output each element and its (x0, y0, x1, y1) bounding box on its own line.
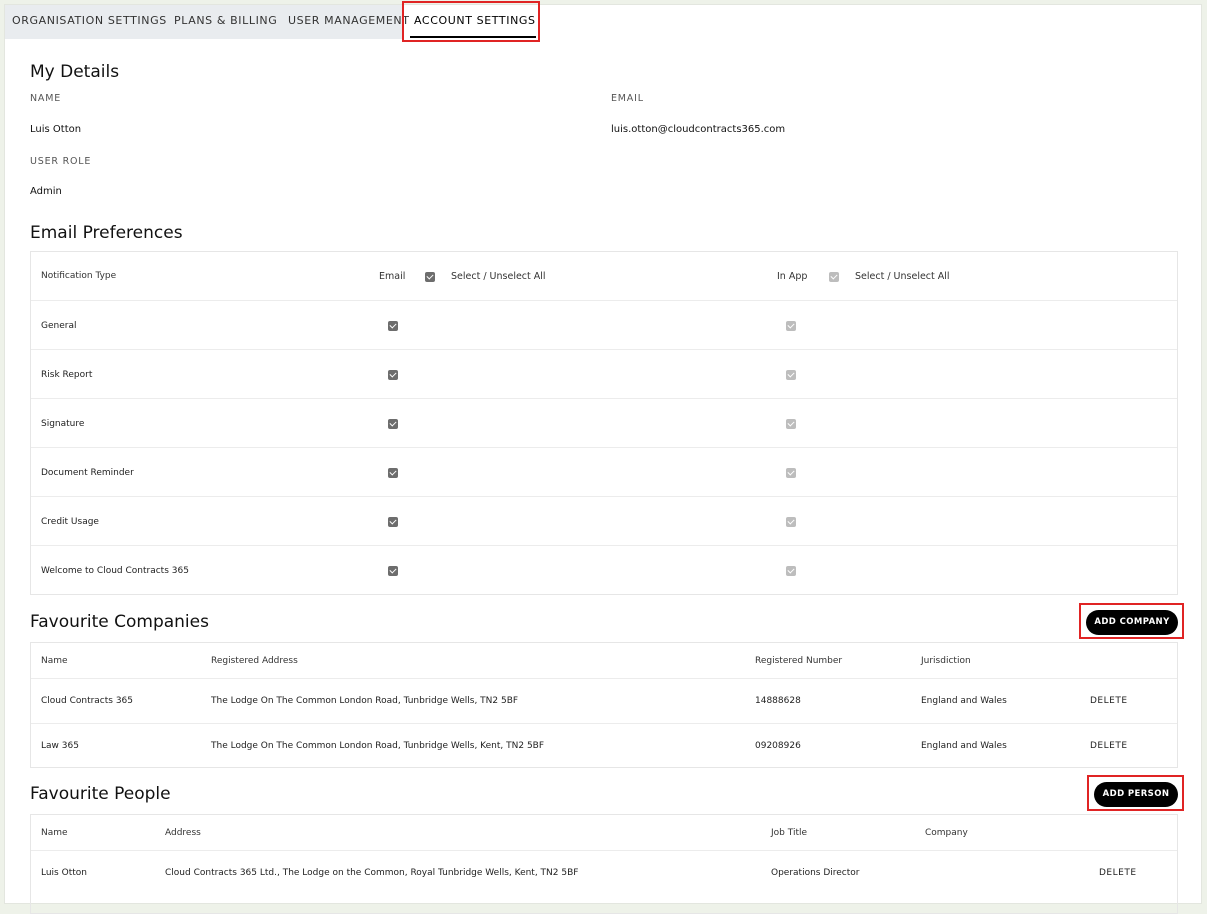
notification-type-label: Credit Usage (41, 517, 99, 527)
favourite-people-table: Name Address Job Title Company Luis Otto… (30, 814, 1178, 914)
email-checkbox[interactable] (388, 468, 398, 478)
inapp-select-all-label[interactable]: Select / Unselect All (855, 271, 950, 282)
person-company-header: Company (925, 828, 968, 838)
notification-row: General (31, 301, 1177, 350)
company-name-header: Name (41, 656, 68, 666)
email-checkbox[interactable] (388, 419, 398, 429)
inapp-column-header: In App (777, 271, 808, 282)
account-settings-card: ORGANISATION SETTINGS PLANS & BILLING US… (4, 1, 1202, 914)
inapp-checkbox[interactable] (786, 566, 796, 576)
company-jurisdiction: England and Wales (921, 741, 1007, 751)
company-name: Cloud Contracts 365 (41, 696, 134, 706)
tab-plans-billing[interactable]: PLANS & BILLING (174, 5, 277, 39)
favourite-companies-table: Name Registered Address Registered Numbe… (30, 642, 1178, 768)
notification-type-label: General (41, 321, 77, 331)
company-number: 14888628 (755, 696, 801, 706)
table-row: Law 365 The Lodge On The Common London R… (31, 724, 1177, 769)
inapp-checkbox[interactable] (786, 321, 796, 331)
name-label: NAME (30, 93, 62, 104)
favourite-people-heading: Favourite People (30, 784, 171, 804)
company-address: The Lodge On The Common London Road, Tun… (211, 696, 519, 706)
highlight-box-account-settings (402, 1, 540, 42)
notification-type-label: Risk Report (41, 370, 93, 380)
person-address: Cloud Contracts 365 Ltd., The Lodge on t… (165, 868, 579, 878)
notification-row: Document Reminder (31, 448, 1177, 497)
company-number: 09208926 (755, 741, 801, 751)
inapp-select-all-checkbox[interactable] (829, 272, 839, 282)
table-row: Luis Otton Cloud Contracts 365 Ltd., The… (31, 851, 1177, 896)
favourite-companies-heading: Favourite Companies (30, 612, 209, 632)
highlight-box-add-person (1087, 775, 1184, 811)
email-checkbox[interactable] (388, 566, 398, 576)
email-value: luis.otton@cloudcontracts365.com (611, 124, 786, 135)
registered-address-header: Registered Address (211, 656, 298, 666)
inapp-checkbox[interactable] (786, 468, 796, 478)
notification-type-header: Notification Type (41, 271, 117, 281)
email-preferences-table: Notification Type Email Select / Unselec… (30, 251, 1178, 595)
user-role-value: Admin (30, 186, 62, 197)
jurisdiction-header: Jurisdiction (921, 656, 971, 666)
tab-organisation-settings[interactable]: ORGANISATION SETTINGS (12, 5, 167, 39)
email-preferences-heading: Email Preferences (30, 223, 183, 243)
email-checkbox[interactable] (388, 321, 398, 331)
email-column-header: Email (379, 271, 406, 282)
notification-type-label: Document Reminder (41, 468, 134, 478)
user-role-label: USER ROLE (30, 156, 92, 167)
email-checkbox[interactable] (388, 370, 398, 380)
tab-user-management[interactable]: USER MANAGEMENT (288, 5, 410, 39)
person-name: Luis Otton (41, 868, 87, 878)
inapp-checkbox[interactable] (786, 419, 796, 429)
my-details-heading: My Details (30, 62, 120, 82)
name-value: Luis Otton (30, 124, 82, 135)
notification-type-label: Welcome to Cloud Contracts 365 (41, 566, 189, 576)
notification-row: Welcome to Cloud Contracts 365 (31, 546, 1177, 595)
notification-row: Signature (31, 399, 1177, 448)
email-select-all-label[interactable]: Select / Unselect All (451, 271, 546, 282)
email-select-all-checkbox[interactable] (425, 272, 435, 282)
delete-company-button[interactable]: DELETE (1090, 741, 1128, 751)
delete-company-button[interactable]: DELETE (1090, 696, 1128, 706)
inapp-checkbox[interactable] (786, 370, 796, 380)
people-header-row: Name Address Job Title Company (31, 815, 1177, 851)
company-address: The Lodge On The Common London Road, Tun… (211, 741, 545, 751)
registered-number-header: Registered Number (755, 656, 843, 666)
person-job-title: Operations Director (771, 868, 860, 878)
company-jurisdiction: England and Wales (921, 696, 1007, 706)
inapp-checkbox[interactable] (786, 517, 796, 527)
person-address-header: Address (165, 828, 201, 838)
email-label: EMAIL (611, 93, 644, 104)
table-row: Cloud Contracts 365 The Lodge On The Com… (31, 679, 1177, 724)
highlight-box-add-company (1079, 603, 1184, 639)
notification-row: Credit Usage (31, 497, 1177, 546)
company-name: Law 365 (41, 741, 79, 751)
email-checkbox[interactable] (388, 517, 398, 527)
companies-header-row: Name Registered Address Registered Numbe… (31, 643, 1177, 679)
notification-type-label: Signature (41, 419, 85, 429)
person-name-header: Name (41, 828, 68, 838)
delete-person-button[interactable]: DELETE (1099, 868, 1137, 878)
email-preferences-header-row: Notification Type Email Select / Unselec… (31, 252, 1177, 301)
job-title-header: Job Title (771, 828, 808, 838)
notification-row: Risk Report (31, 350, 1177, 399)
